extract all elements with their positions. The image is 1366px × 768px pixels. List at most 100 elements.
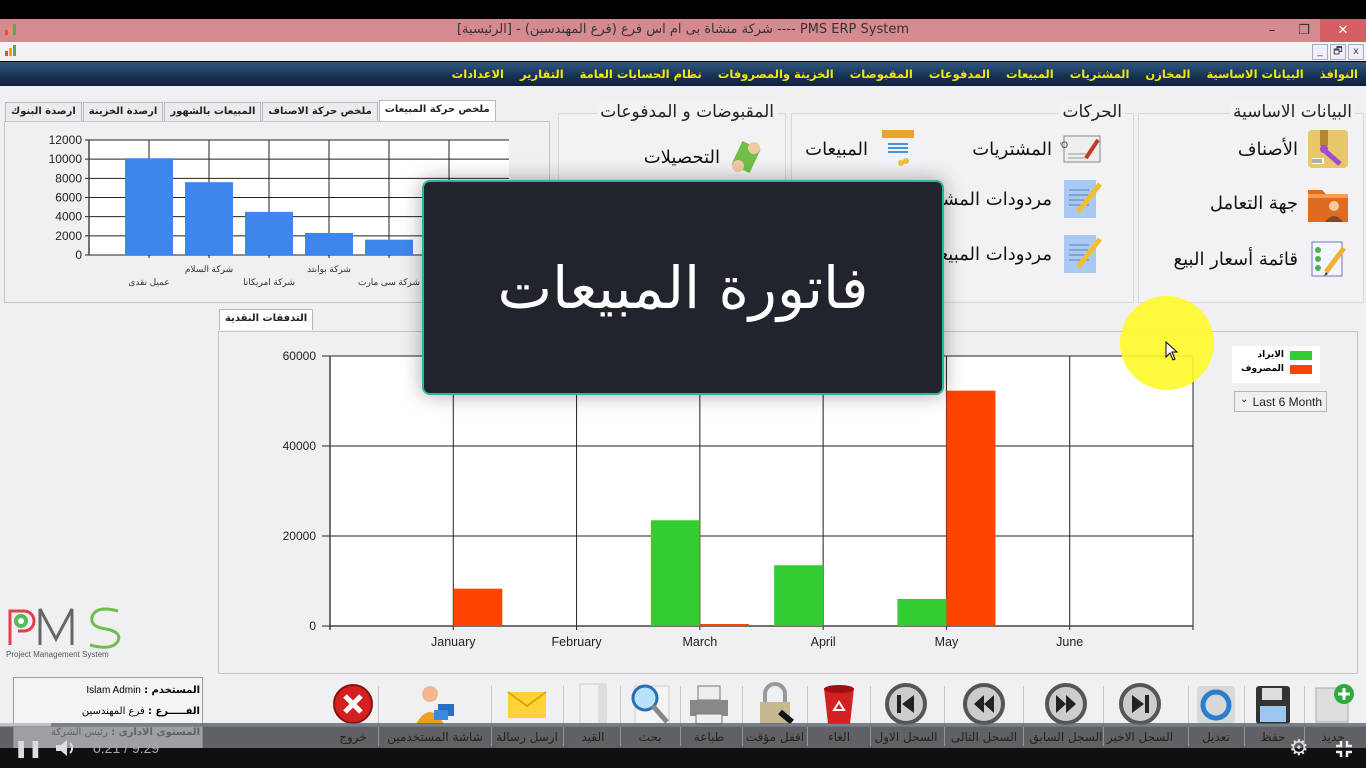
shortcut-contacts[interactable]: جهة التعامل bbox=[1210, 182, 1350, 224]
lock-icon bbox=[760, 682, 794, 725]
toolbar-label-first-record[interactable]: السجل الاول bbox=[874, 730, 937, 744]
users-icon bbox=[416, 686, 454, 724]
toolbar-label-search[interactable]: بحث bbox=[639, 730, 662, 744]
tab-items-summary[interactable]: ملخص حركة الاصناف bbox=[262, 102, 378, 121]
toolbar-button-search[interactable] bbox=[620, 680, 680, 728]
bar bbox=[365, 239, 413, 255]
edit-icon bbox=[1197, 686, 1235, 724]
purchase-returns-icon bbox=[1064, 180, 1102, 218]
toolbar-button-cancel[interactable] bbox=[809, 680, 869, 728]
toolbar-label-next-record[interactable]: السجل التالى bbox=[951, 730, 1017, 744]
menu-stores[interactable]: المخازن bbox=[1145, 67, 1190, 81]
toolbar-button-next-record[interactable] bbox=[954, 680, 1014, 728]
toolbar-label-users[interactable]: شاشة المستخدمين bbox=[387, 730, 483, 744]
shortcut-price-list-label: قائمة أسعار البيع bbox=[1173, 248, 1298, 270]
exit-fullscreen-icon[interactable] bbox=[1334, 739, 1354, 759]
pause-icon[interactable]: ❚❚ bbox=[14, 739, 43, 759]
previous-record-icon bbox=[1045, 683, 1087, 725]
menu-settings[interactable]: الاعدادات bbox=[452, 67, 504, 81]
toolbar-button-users[interactable] bbox=[405, 680, 465, 728]
tab-sales-summary[interactable]: ملخص حركة المبيعات bbox=[378, 100, 496, 121]
x-tick-label: شركة بوابتد bbox=[307, 264, 351, 275]
toolbar-label-journal[interactable]: القيد bbox=[582, 730, 605, 744]
settings-gear-icon[interactable]: ⚙ bbox=[1289, 736, 1309, 761]
y-tick-label: 10000 bbox=[49, 152, 83, 166]
toolbar-button-save[interactable] bbox=[1243, 680, 1303, 728]
bar-income bbox=[774, 565, 824, 626]
shortcut-collections[interactable]: التحصيلات bbox=[644, 138, 764, 176]
shortcut-sales[interactable]: المبيعات bbox=[805, 128, 920, 170]
legend-expense-label: المصروف bbox=[1240, 364, 1284, 374]
bar-expense bbox=[699, 624, 749, 626]
menu-accounting[interactable]: نظام الحسابات العامة bbox=[580, 67, 702, 81]
toolbar-label-previous-record[interactable]: السجل السابق bbox=[1029, 730, 1102, 744]
toolbar-button-first-record[interactable] bbox=[876, 680, 936, 728]
toolbar-button-previous-record[interactable] bbox=[1036, 680, 1096, 728]
price-list-icon bbox=[1311, 241, 1346, 277]
last-record-icon bbox=[1119, 683, 1161, 725]
y-tick-label: 6000 bbox=[55, 191, 82, 205]
menu-basic-data[interactable]: البيانات الاساسية bbox=[1206, 67, 1303, 81]
toolbar-label-cancel[interactable]: الغاء bbox=[828, 730, 850, 744]
toolbar-button-lock[interactable] bbox=[745, 680, 805, 728]
menu-payments[interactable]: المدفوعات bbox=[929, 67, 990, 81]
x-tick-label: عميل نقدى bbox=[128, 277, 169, 287]
toolbar-button-edit[interactable] bbox=[1186, 680, 1246, 728]
y-tick-label: 60000 bbox=[283, 349, 317, 363]
tab-monthly-sales[interactable]: المبيعات بالشهور bbox=[164, 102, 262, 121]
toolbar-button-journal[interactable] bbox=[563, 680, 623, 728]
toolbar-button-print[interactable] bbox=[679, 680, 739, 728]
toolbar-label-lock[interactable]: اقفل مؤقت bbox=[746, 730, 804, 744]
tab-treasury-balances[interactable]: ارصدة الخزينة bbox=[82, 102, 164, 121]
shortcut-collections-label: التحصيلات bbox=[643, 146, 720, 168]
print-icon bbox=[690, 685, 728, 725]
period-select-value: Last 6 Month bbox=[1252, 395, 1322, 409]
toolbar-label-edit[interactable]: تعديل bbox=[1202, 730, 1230, 744]
bottom-toolbar bbox=[320, 680, 1366, 746]
sales-invoice-icon bbox=[882, 130, 914, 168]
period-select[interactable]: ⌄ Last 6 Month bbox=[1234, 391, 1327, 412]
mdi-close-button[interactable]: x bbox=[1348, 44, 1364, 60]
toolbar-label-print[interactable]: طباعة bbox=[694, 730, 724, 744]
toolbar-label-last-record[interactable]: السجل الاخير bbox=[1107, 730, 1173, 744]
toolbar-label-exit[interactable]: خروج bbox=[339, 730, 367, 744]
money-collect-icon bbox=[731, 140, 761, 174]
shortcut-items[interactable]: الأصناف bbox=[1238, 128, 1350, 170]
toolbar-button-exit[interactable] bbox=[323, 680, 383, 728]
tab-bank-balances[interactable]: ارصدة البنوك bbox=[5, 102, 82, 121]
toolbar-button-mail[interactable] bbox=[497, 680, 557, 728]
toolbar-label-mail[interactable]: ارسل رسالة bbox=[496, 730, 558, 744]
bar-expense bbox=[946, 390, 996, 626]
y-tick-label: 4000 bbox=[55, 210, 82, 224]
restore-button[interactable]: ❐ bbox=[1288, 19, 1320, 42]
mdi-restore-button[interactable]: 🗗 bbox=[1330, 44, 1346, 60]
shortcut-sales-returns[interactable]: مردودات المبيعات bbox=[917, 233, 1104, 275]
menu-windows[interactable]: النوافذ bbox=[1320, 67, 1358, 81]
x-tick-label: May bbox=[935, 635, 959, 649]
volume-icon[interactable] bbox=[54, 738, 80, 758]
menu-treasury[interactable]: الخزينة والمصروفات bbox=[718, 67, 834, 81]
close-button[interactable]: ✕ bbox=[1320, 19, 1366, 42]
x-tick-label: April bbox=[811, 635, 836, 649]
user-label: المستخدم : bbox=[144, 685, 200, 696]
caption-overlay: فاتورة المبيعات bbox=[422, 180, 944, 395]
menu-purchases[interactable]: المشتريات bbox=[1070, 67, 1130, 81]
toolbar-label-save[interactable]: حفظ bbox=[1261, 730, 1286, 744]
shortcut-purchases-label: المشتريات bbox=[972, 138, 1052, 160]
shortcut-price-list[interactable]: قائمة أسعار البيع bbox=[1174, 238, 1350, 280]
shortcut-purchases[interactable]: PO المشتريات bbox=[972, 128, 1104, 170]
journal-icon bbox=[579, 683, 607, 725]
menu-receipts[interactable]: المقبوضات bbox=[850, 67, 913, 81]
toolbar-button-last-record[interactable] bbox=[1110, 680, 1170, 728]
menu-reports[interactable]: التقارير bbox=[520, 67, 564, 81]
bar bbox=[245, 211, 293, 255]
toolbar-button-new[interactable] bbox=[1303, 680, 1363, 728]
x-tick-label: March bbox=[682, 635, 717, 649]
tab-cash-flows[interactable]: التدفقات النقدية bbox=[219, 309, 314, 330]
group-basic-data-title: البيانات الاساسية bbox=[1230, 102, 1355, 122]
minimize-button[interactable]: – bbox=[1256, 19, 1288, 42]
window-title: PMS ERP System ---- شركة منشاة بى ام اس … bbox=[456, 22, 909, 37]
mdi-minimize-button[interactable]: _ bbox=[1312, 44, 1328, 60]
summary-tabs: ملخص حركة المبيعات ملخص حركة الاصناف الم… bbox=[4, 100, 496, 121]
menu-sales[interactable]: المبيعات bbox=[1006, 67, 1054, 81]
